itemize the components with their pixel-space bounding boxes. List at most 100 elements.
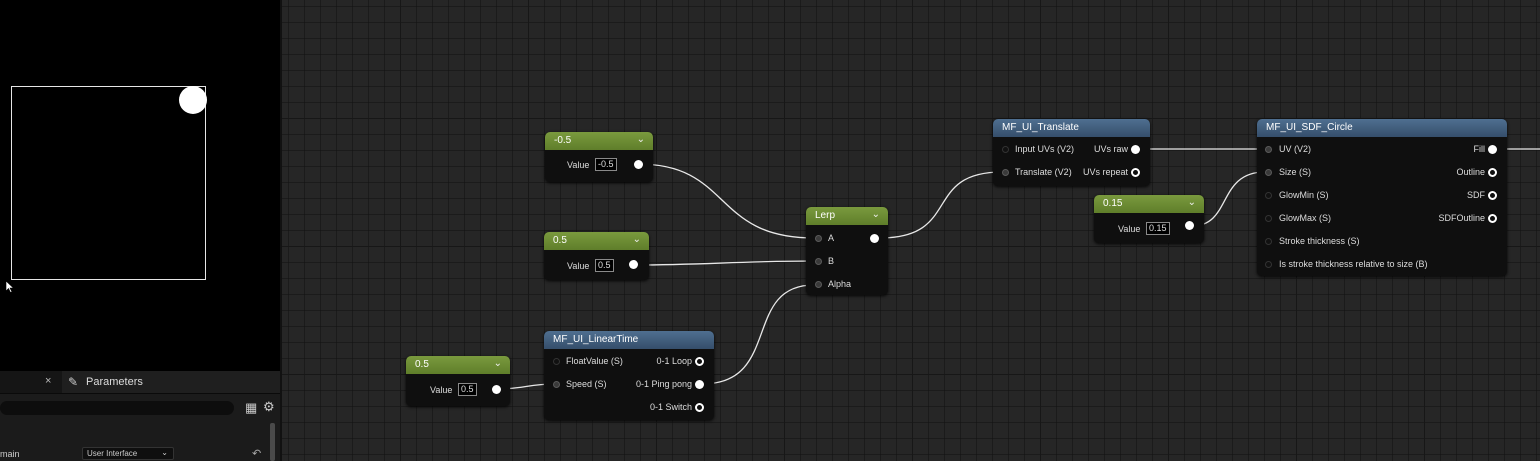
pin-label-a: A [828, 233, 835, 243]
output-pin-sdfoutline[interactable] [1488, 214, 1497, 223]
grid-icon[interactable]: ▦ [245, 400, 257, 416]
output-pin[interactable] [870, 234, 879, 243]
value-field[interactable]: 0.15 [1146, 222, 1170, 235]
node-header[interactable]: MF_UI_Translate [993, 119, 1150, 137]
output-pin-uvs-repeat[interactable] [1131, 168, 1140, 177]
node-header[interactable]: -0.5 ⌄ [545, 132, 653, 150]
node-title: 0.5 [415, 359, 429, 370]
reset-icon[interactable]: ↶ [252, 447, 261, 460]
pencil-icon: ✎ [68, 375, 79, 389]
wire-lerp-to-translate [879, 171, 1003, 239]
material-preview-viewport[interactable] [0, 0, 280, 371]
pin-label-uvs-raw: UVs raw [1093, 144, 1128, 154]
pin-label-glowmin: GlowMin (S) [1279, 190, 1329, 200]
input-pin-glowmin[interactable] [1265, 192, 1272, 199]
input-pin-b[interactable] [815, 258, 822, 265]
chevron-down-icon: ⌄ [161, 448, 168, 457]
pin-label-pingpong: 0-1 Ping pong [635, 379, 692, 389]
pin-label-uvs-repeat: UVs repeat [1082, 167, 1128, 177]
output-pin[interactable] [629, 260, 638, 269]
value-field[interactable]: 0.5 [595, 259, 614, 272]
constant-node[interactable]: 0.5 ⌄ Value 0.5 [544, 232, 649, 280]
input-pin-speed[interactable] [553, 381, 560, 388]
node-header[interactable]: 0.5 ⌄ [406, 356, 510, 374]
translate-node[interactable]: MF_UI_Translate Input UVs (V2) Translate… [993, 119, 1150, 186]
pin-label-fill: Fill [1473, 144, 1486, 154]
material-domain-row: main User Interface ⌄ ↶ [0, 447, 265, 461]
node-title: -0.5 [554, 135, 572, 146]
output-pin[interactable] [634, 160, 643, 169]
node-title: 0.15 [1103, 198, 1123, 209]
wire-const1-to-lerp-a [637, 163, 815, 239]
material-domain-value: User Interface [87, 449, 138, 458]
output-pin-sdf[interactable] [1488, 191, 1497, 200]
chevron-down-icon[interactable]: ⌄ [633, 234, 641, 245]
value-label: Value [430, 385, 453, 395]
mouse-cursor-icon [6, 281, 14, 293]
chevron-down-icon[interactable]: ⌄ [872, 209, 880, 220]
constant-node[interactable]: 0.5 ⌄ Value 0.5 [406, 356, 510, 406]
output-pin-loop[interactable] [695, 357, 704, 366]
pin-label-glowmax: GlowMax (S) [1279, 213, 1332, 223]
linear-time-node[interactable]: MF_UI_LinearTime FloatValue (S) Speed (S… [544, 331, 714, 420]
search-input[interactable] [0, 401, 234, 415]
chevron-down-icon[interactable]: ⌄ [494, 358, 502, 369]
node-header[interactable]: MF_UI_SDF_Circle [1257, 119, 1507, 137]
pin-label-alpha: Alpha [828, 279, 852, 289]
pin-label-stroke-relative: Is stroke thickness relative to size (B) [1279, 259, 1428, 269]
value-field[interactable]: 0.5 [458, 383, 477, 396]
pin-label-uv: UV (V2) [1279, 144, 1312, 154]
input-pin-stroke-thickness[interactable] [1265, 238, 1272, 245]
panel-tab-bar: × ✎ Parameters [0, 371, 280, 394]
pin-label-size: Size (S) [1279, 167, 1312, 177]
input-pin-floatvalue[interactable] [553, 358, 560, 365]
input-pin-a[interactable] [815, 235, 822, 242]
output-pin[interactable] [492, 385, 501, 394]
chevron-down-icon[interactable]: ⌄ [1188, 197, 1196, 208]
pin-label-sdfoutline: SDFOutline [1438, 213, 1485, 223]
close-icon[interactable]: × [45, 375, 51, 387]
details-panel: × ✎ Parameters ▦ ⚙ main User Interface ⌄… [0, 371, 280, 461]
gear-icon[interactable]: ⚙ [263, 399, 275, 415]
output-pin-fill[interactable] [1488, 145, 1497, 154]
input-pin-uv[interactable] [1265, 146, 1272, 153]
sdf-circle-node[interactable]: MF_UI_SDF_Circle UV (V2) Size (S) GlowMi… [1257, 119, 1507, 276]
input-pin-stroke-relative[interactable] [1265, 261, 1272, 268]
node-title: Lerp [815, 210, 836, 221]
output-pin-outline[interactable] [1488, 168, 1497, 177]
lerp-node[interactable]: Lerp ⌄ A B Alpha [806, 207, 888, 295]
value-label: Value [567, 160, 590, 170]
value-field[interactable]: -0.5 [595, 158, 617, 171]
chevron-down-icon[interactable]: ⌄ [637, 134, 645, 145]
pin-label-input-uvs: Input UVs (V2) [1015, 144, 1075, 154]
pin-label-sdf: SDF [1467, 190, 1485, 200]
output-pin[interactable] [1185, 221, 1194, 230]
output-pin-uvs-raw[interactable] [1131, 145, 1140, 154]
node-header[interactable]: 0.5 ⌄ [544, 232, 649, 250]
input-pin-alpha[interactable] [815, 281, 822, 288]
constant-node[interactable]: -0.5 ⌄ Value -0.5 [545, 132, 653, 182]
node-title: MF_UI_LinearTime [553, 334, 639, 345]
node-header[interactable]: MF_UI_LinearTime [544, 331, 714, 349]
details-scrollbar[interactable] [270, 423, 275, 461]
output-pin-switch[interactable] [695, 403, 704, 412]
pin-label-b: B [828, 256, 835, 266]
input-pin-translate[interactable] [1002, 169, 1009, 176]
value-label: Value [567, 261, 590, 271]
node-title: MF_UI_Translate [1002, 122, 1079, 133]
material-graph-canvas[interactable]: -0.5 ⌄ Value -0.5 0.5 ⌄ Value 0.5 0.5 ⌄ … [282, 0, 1540, 461]
tab-parameters[interactable]: ✎ Parameters [62, 371, 280, 393]
constant-node[interactable]: 0.15 ⌄ Value 0.15 [1094, 195, 1204, 243]
output-pin-pingpong[interactable] [695, 380, 704, 389]
value-label: Value [1118, 224, 1141, 234]
node-title: 0.5 [553, 235, 567, 246]
pin-label-floatvalue: FloatValue (S) [566, 356, 623, 366]
material-domain-dropdown[interactable]: User Interface ⌄ [82, 447, 174, 460]
pin-label-outline: Outline [1456, 167, 1485, 177]
input-pin-input-uvs[interactable] [1002, 146, 1009, 153]
input-pin-size[interactable] [1265, 169, 1272, 176]
node-header[interactable]: Lerp ⌄ [806, 207, 888, 225]
pin-label-switch: 0-1 Switch [649, 402, 692, 412]
node-header[interactable]: 0.15 ⌄ [1094, 195, 1204, 213]
input-pin-glowmax[interactable] [1265, 215, 1272, 222]
